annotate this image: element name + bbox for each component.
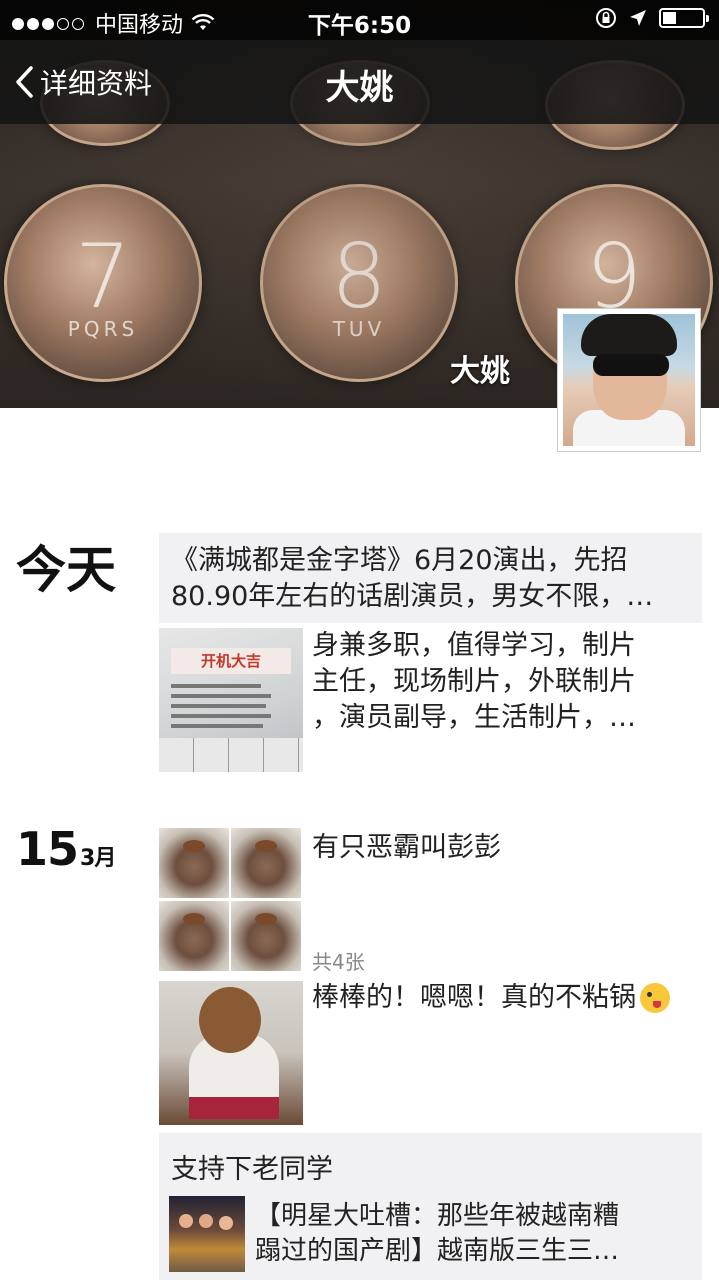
cover-keypad-8: 8 TUV	[260, 184, 458, 382]
share-title-line: 【明星大吐槽：那些年被越南糟	[255, 1201, 620, 1231]
avatar[interactable]	[557, 308, 701, 452]
dog-post-text[interactable]: 有只恶霸叫彭彭	[312, 830, 501, 866]
post-image-dog-4[interactable]	[231, 901, 301, 971]
post-image-dog-1[interactable]	[159, 828, 229, 898]
post-text-line: 主任，现场制片，外联制片	[312, 666, 636, 697]
keypad-letters: TUV	[332, 317, 386, 341]
status-bar: 中国移动 下午6:50	[0, 0, 719, 40]
back-button-label: 详细资料	[40, 67, 153, 100]
battery-icon	[659, 8, 709, 28]
shared-link-post[interactable]: 支持下老同学 【明星大吐槽：那些年被越南糟 蹋过的国产剧】越南版三生三…	[159, 1133, 702, 1280]
share-title: 【明星大吐槽：那些年被越南糟 蹋过的国产剧】越南版三生三…	[255, 1199, 695, 1269]
share-title-line: 蹋过的国产剧】越南版三生三…	[255, 1236, 620, 1266]
keypad-letters: PQRS	[67, 317, 139, 341]
photo-count: 共4张	[312, 950, 365, 974]
post-image-document[interactable]: 开机大吉	[159, 628, 303, 772]
text-post[interactable]: 《满城都是金字塔》6月20演出，先招 80.90年左右的话剧演员，男女不限，…	[159, 533, 702, 623]
cooker-post[interactable]: 棒棒的！嗯嗯！真的不粘锅	[312, 980, 670, 1016]
keypad-digit: 7	[75, 225, 131, 328]
avatar-image	[563, 314, 695, 446]
post-text-line: 身兼多职，值得学习，制片	[312, 630, 636, 661]
date-label-15-march: 153月	[16, 822, 116, 876]
share-caption: 支持下老同学	[171, 1154, 333, 1185]
location-arrow-icon	[630, 10, 646, 26]
post-image-dog-2[interactable]	[231, 828, 301, 898]
status-right	[595, 7, 709, 29]
post-text-line: 80.90年左右的话剧演员，男女不限，…	[171, 581, 654, 612]
document-banner-text: 开机大吉	[171, 648, 291, 674]
post-image-rice-cooker[interactable]	[159, 981, 303, 1125]
keypad-digit: 8	[331, 225, 387, 328]
post-text-line: ，演员副导，生活制片，…	[312, 702, 636, 733]
cover-keypad-7: 7 PQRS	[4, 184, 202, 382]
cooker-post-text: 棒棒的！嗯嗯！真的不粘锅	[312, 982, 636, 1013]
post-image-dog-3[interactable]	[159, 901, 229, 971]
post-text-line: 《满城都是金字塔》6月20演出，先招	[171, 545, 628, 576]
chevron-left-icon	[16, 66, 33, 98]
navigation-bar: 详细资料 大姚	[0, 40, 719, 124]
back-button[interactable]: 详细资料	[14, 62, 152, 102]
date-month: 3月	[80, 846, 116, 871]
profile-name: 大姚	[450, 354, 510, 389]
rotation-lock-icon	[596, 8, 616, 28]
date-day: 15	[16, 822, 79, 876]
share-thumbnail	[169, 1196, 245, 1272]
image-post-text[interactable]: 身兼多职，值得学习，制片 主任，现场制片，外联制片 ，演员副导，生活制片，…	[312, 628, 702, 736]
date-label-today: 今天	[16, 541, 116, 599]
winking-tongue-emoji-icon	[640, 983, 670, 1013]
